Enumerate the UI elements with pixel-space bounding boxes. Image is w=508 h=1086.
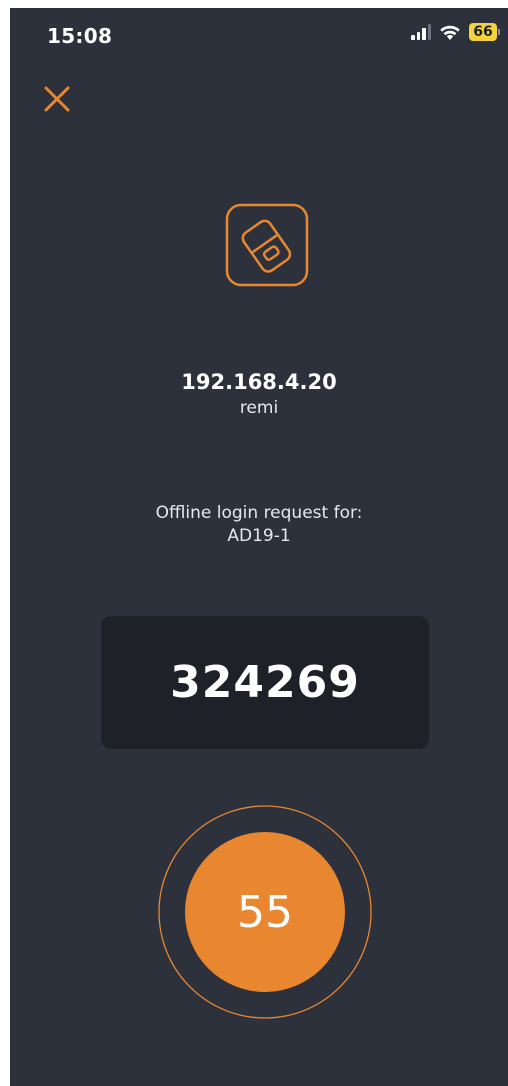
request-label: Offline login request for:	[155, 503, 363, 523]
status-time: 15:08	[47, 24, 113, 48]
request-target: AD19-1	[227, 526, 291, 546]
close-icon	[44, 86, 70, 112]
battery-level: 66	[469, 23, 497, 41]
login-code-box[interactable]: 324269	[101, 616, 429, 749]
signal-icon	[411, 24, 431, 40]
countdown-seconds: 55	[237, 886, 293, 938]
status-icons: 66	[411, 23, 500, 41]
close-button[interactable]	[42, 84, 72, 114]
battery-icon: 66	[469, 23, 500, 41]
username: remi	[239, 398, 279, 418]
host-address: 192.168.4.20	[181, 370, 337, 394]
device-key-icon	[225, 203, 309, 287]
wifi-icon	[440, 25, 460, 40]
login-code: 324269	[170, 657, 360, 708]
login-request-screen: 15:08 66 192.168.4.20 remi Offline login…	[10, 8, 508, 1086]
